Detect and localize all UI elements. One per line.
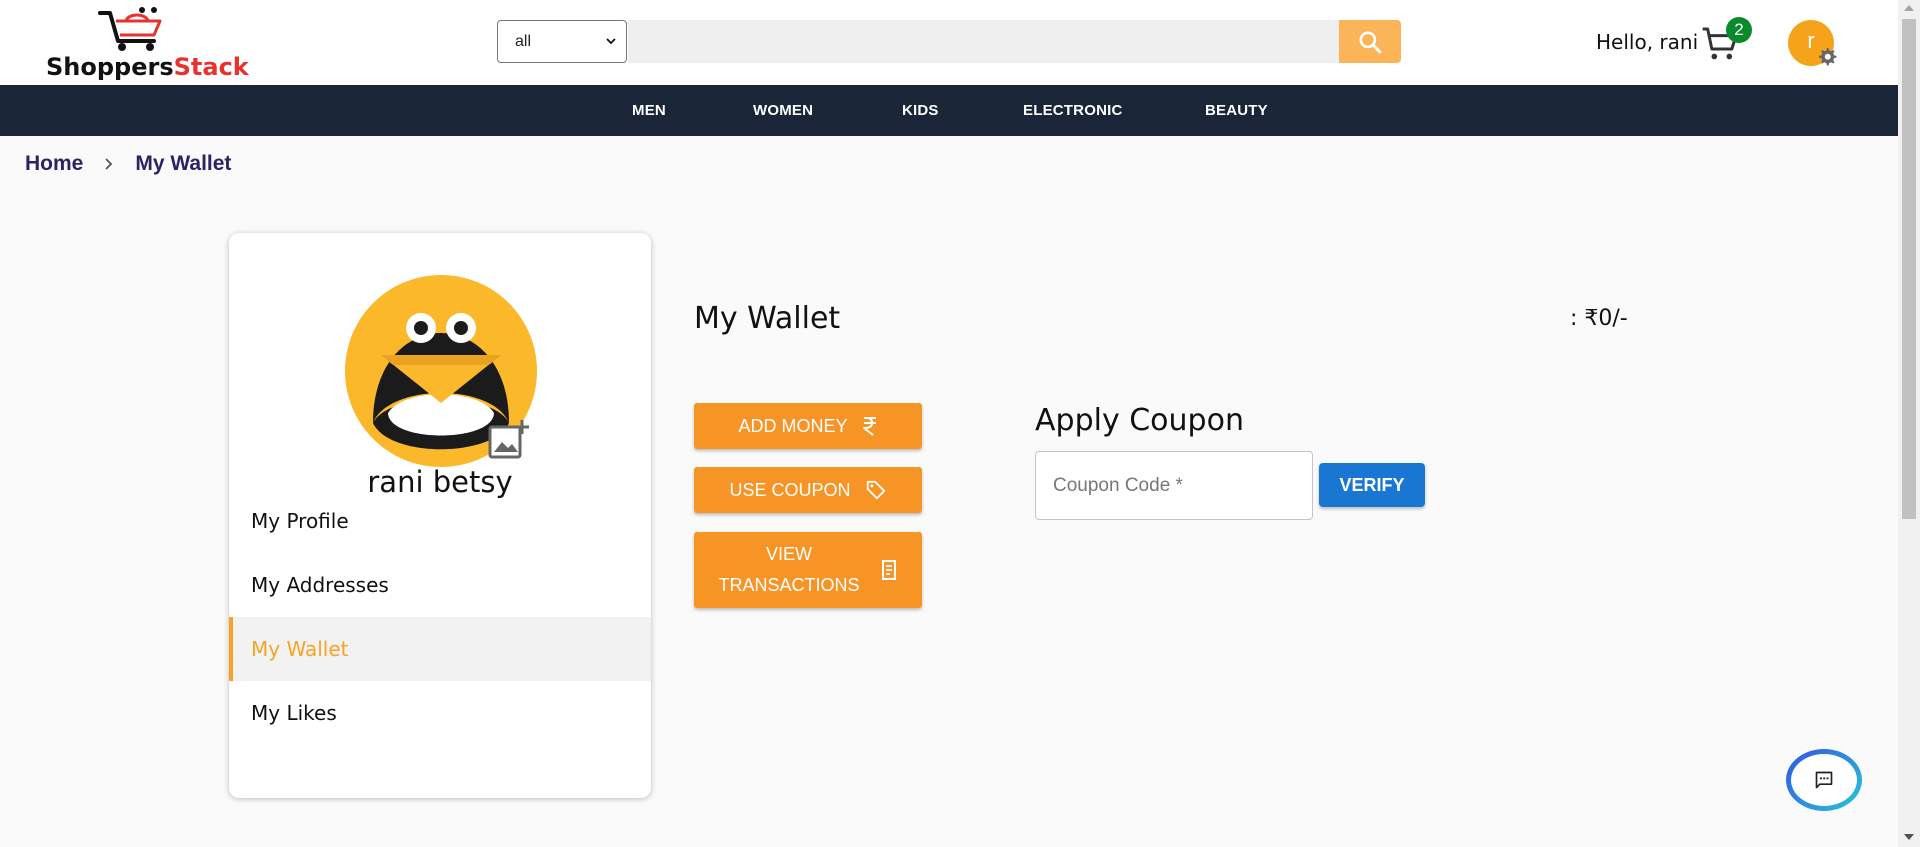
use-coupon-button[interactable]: USE COUPON — [694, 467, 922, 513]
nav-item-electronic[interactable]: ELECTRONIC — [1023, 102, 1123, 119]
nav-item-women[interactable]: WOMEN — [753, 102, 813, 119]
view-transactions-line1: VIEW — [765, 544, 812, 564]
menu-item-my-profile[interactable]: My Profile — [229, 489, 651, 553]
rupee-icon — [862, 416, 878, 436]
coupon-code-input[interactable]: Coupon Code * — [1035, 451, 1313, 520]
chevron-right-icon — [103, 157, 115, 171]
use-coupon-label: USE COUPON — [729, 479, 851, 500]
logo-text: ShoppersStack — [46, 53, 249, 81]
search-input[interactable] — [628, 20, 1340, 63]
chat-button-inner — [1791, 754, 1857, 806]
breadcrumb-current: My Wallet — [135, 152, 232, 175]
scrollbar-thumb[interactable] — [1902, 19, 1916, 519]
view-transactions-line2: TRANSACTIONS — [718, 575, 860, 595]
menu-item-my-wallet[interactable]: My Wallet — [229, 617, 651, 681]
category-nav: MEN WOMEN KIDS ELECTRONIC BEAUTY — [0, 85, 1898, 136]
nav-item-men[interactable]: MEN — [632, 102, 666, 119]
scroll-up-arrow-icon[interactable] — [1904, 5, 1914, 11]
category-select[interactable]: all — [497, 20, 627, 63]
receipt-icon — [880, 559, 898, 581]
tag-icon — [865, 479, 887, 501]
header: ShoppersStack all Hello, rani 2 r — [0, 0, 1898, 85]
search-button[interactable] — [1339, 20, 1401, 63]
profile-sidebar: rani betsy My Profile My Addresses My Wa… — [229, 233, 651, 798]
logo-text-shoppers: Shoppers — [46, 53, 174, 81]
chat-icon — [1815, 771, 1833, 789]
category-select-value: all — [515, 33, 532, 50]
nav-item-beauty[interactable]: BEAUTY — [1205, 102, 1268, 119]
logo[interactable]: ShoppersStack — [46, 3, 249, 81]
logo-text-stack: Stack — [173, 53, 249, 81]
menu-item-my-addresses[interactable]: My Addresses — [229, 553, 651, 617]
shopping-cart-logo-icon — [98, 7, 162, 51]
scroll-down-arrow-icon[interactable] — [1904, 834, 1914, 840]
greeting-text: Hello, rani — [1596, 30, 1699, 54]
wallet-title: My Wallet — [694, 301, 841, 336]
add-money-button[interactable]: ADD MONEY — [694, 403, 922, 449]
chevron-down-icon — [606, 38, 616, 45]
wallet-balance: : ₹0/- — [1570, 306, 1628, 331]
add-money-label: ADD MONEY — [738, 415, 848, 436]
search-icon — [1359, 30, 1382, 53]
cart-count-badge: 2 — [1726, 17, 1752, 43]
breadcrumb: Home My Wallet — [25, 152, 231, 176]
coupon-code-placeholder: Coupon Code * — [1053, 475, 1183, 496]
breadcrumb-home[interactable]: Home — [25, 152, 83, 176]
chat-button[interactable] — [1786, 749, 1862, 811]
view-transactions-button[interactable]: VIEW TRANSACTIONS — [694, 532, 922, 608]
gear-icon[interactable] — [1815, 45, 1839, 69]
add-photo-icon[interactable] — [488, 419, 530, 459]
view-transactions-label: VIEW TRANSACTIONS — [718, 539, 859, 601]
nav-item-kids[interactable]: KIDS — [902, 102, 939, 119]
verify-button[interactable]: VERIFY — [1319, 463, 1425, 507]
menu-item-my-likes[interactable]: My Likes — [229, 681, 651, 745]
apply-coupon-title: Apply Coupon — [1035, 403, 1244, 438]
page-scrollbar[interactable] — [1898, 0, 1920, 847]
